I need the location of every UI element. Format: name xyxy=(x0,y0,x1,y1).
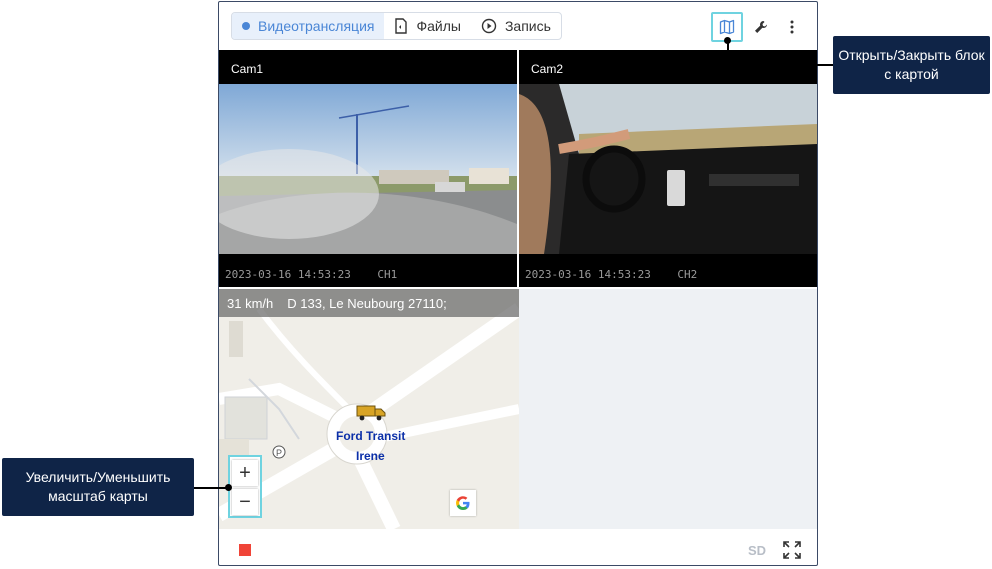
svg-text:P: P xyxy=(276,448,282,458)
camera-view-1[interactable]: Cam1 2023-03-16 14:53:23 CH1 xyxy=(219,50,517,287)
address-value: D 133, Le Neubourg 27110; xyxy=(287,295,447,311)
camera-frame-road xyxy=(219,84,517,254)
video-player-panel: Видеотрансляция Файлы Запись Cam1 2023-0… xyxy=(218,1,818,566)
unit-name-line2: Irene xyxy=(356,449,385,463)
tab-live-stream[interactable]: Видеотрансляция xyxy=(232,13,385,39)
google-icon xyxy=(456,496,470,510)
tab-record[interactable]: Запись xyxy=(471,13,561,39)
map-zoom-controls: + − xyxy=(228,455,262,518)
file-icon xyxy=(395,18,408,34)
speed-value: 31 km/h xyxy=(227,295,274,311)
callout-dot-zoom xyxy=(225,484,232,491)
tab-label: Файлы xyxy=(416,18,461,34)
mode-tabs: Видеотрансляция Файлы Запись xyxy=(231,12,562,40)
callout-leader-map-h xyxy=(727,64,833,66)
callout-map-toggle: Открыть/Закрыть блок с картой xyxy=(833,36,990,94)
map-info-bar: 31 km/h D 133, Le Neubourg 27110; xyxy=(219,289,519,317)
more-vertical-icon xyxy=(790,20,794,34)
tab-label: Видеотрансляция xyxy=(258,18,375,34)
live-dot-icon xyxy=(242,22,250,30)
quality-toggle[interactable]: SD xyxy=(748,543,766,558)
map-provider-button[interactable] xyxy=(450,490,476,516)
stop-button[interactable] xyxy=(239,544,251,556)
wrench-icon xyxy=(755,21,767,33)
camera-label: Cam1 xyxy=(231,62,264,76)
callout-dot-map xyxy=(724,37,731,44)
tab-label: Запись xyxy=(504,18,551,34)
callout-zoom: Увеличить/Уменьшить масштаб карты xyxy=(2,458,194,516)
tab-files[interactable]: Файлы xyxy=(384,13,470,39)
player-controls: SD xyxy=(219,530,817,565)
camera-label: Cam2 xyxy=(531,62,564,76)
camera-frame-cabin xyxy=(519,84,817,254)
unit-name-line1: Ford Transit xyxy=(336,429,406,443)
empty-slot xyxy=(519,289,817,529)
camera-view-2[interactable]: Cam2 2023-03-16 14:53:23 CH2 xyxy=(519,50,817,287)
settings-button[interactable] xyxy=(745,12,777,42)
video-timestamp: 2023-03-16 14:53:23 CH2 xyxy=(525,268,698,281)
map-view[interactable]: P 31 km/h D 133, Le Neubourg 27110; Ford… xyxy=(219,289,519,529)
zoom-out-button[interactable]: − xyxy=(232,489,258,515)
more-button[interactable] xyxy=(776,12,808,42)
truck-icon[interactable] xyxy=(356,403,386,421)
fullscreen-icon[interactable] xyxy=(782,540,802,560)
play-circle-icon xyxy=(481,18,497,34)
video-timestamp: 2023-03-16 14:53:23 CH1 xyxy=(225,268,398,281)
map-icon xyxy=(719,19,735,35)
zoom-in-button[interactable]: + xyxy=(232,460,258,486)
